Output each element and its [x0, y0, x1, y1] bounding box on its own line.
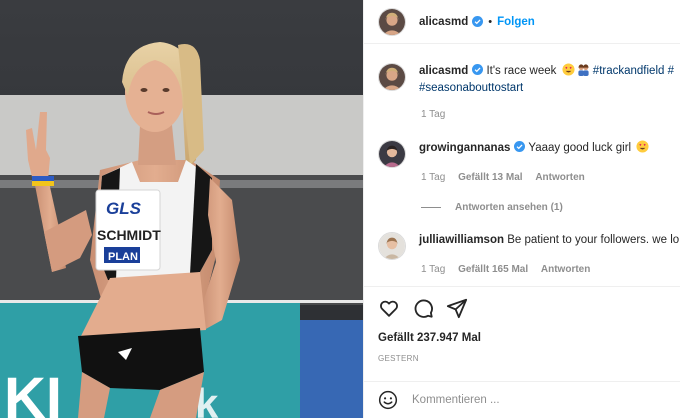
view-replies-button[interactable]: Antworten ansehen (1)	[421, 202, 563, 213]
comment-meta: 1 Tag Gefällt 165 Mal Antworten	[421, 264, 600, 275]
caption-text: alicasmd It's race week #trackandfield #…	[419, 63, 674, 97]
replies-divider	[421, 207, 441, 208]
comment-username[interactable]: julliawilliamson	[419, 234, 504, 246]
hashtag-truncated[interactable]: #	[668, 65, 674, 77]
follow-button[interactable]: Folgen	[497, 16, 535, 28]
comment-text: julliawilliamson Be patient to your foll…	[419, 232, 679, 249]
post-photo[interactable]: KI k GLS SCHMIDT PLAN	[0, 0, 363, 418]
heart-icon[interactable]	[378, 297, 400, 319]
caption-username[interactable]: alicasmd	[419, 65, 468, 77]
banner-lettering: KI	[4, 366, 62, 418]
emoji-icon[interactable]	[378, 390, 398, 410]
post-header: alicasmd • Folgen	[364, 0, 680, 44]
comments-section[interactable]: alicasmd It's race week #trackandfield #…	[364, 44, 680, 286]
comment-body: Be patient to your followers. we lo	[507, 234, 680, 246]
comment-time: 1 Tag	[421, 172, 446, 183]
verified-badge-icon	[472, 64, 484, 75]
comment-input[interactable]	[412, 394, 652, 406]
share-icon[interactable]	[446, 297, 468, 319]
comment-meta: 1 Tag Gefällt 13 Mal Antworten	[421, 172, 595, 183]
comment-row: julliawilliamson Be patient to your foll…	[378, 232, 679, 260]
author-username[interactable]: alicasmd	[419, 16, 468, 28]
comment-likes[interactable]: Gefällt 13 Mal	[458, 172, 522, 183]
comment-body: Yaaay good luck girl	[528, 142, 632, 154]
caption-body: It's race week	[486, 65, 557, 77]
caption-meta: 1 Tag	[421, 109, 455, 120]
author-avatar[interactable]	[378, 7, 406, 36]
reply-button[interactable]: Antworten	[541, 264, 590, 275]
post-actions: Gefällt 237.947 Mal GESTERN	[364, 286, 680, 363]
verified-badge-icon	[514, 141, 526, 152]
comment-icon[interactable]	[412, 297, 434, 319]
caption-row: alicasmd It's race week #trackandfield #…	[378, 63, 674, 97]
caption-avatar[interactable]	[378, 63, 406, 91]
header-separator: •	[488, 15, 493, 28]
athlete-photo-illustration: KI k GLS SCHMIDT PLAN	[0, 0, 363, 418]
bib-name: SCHMIDT	[97, 227, 161, 243]
heart-eyes-emoji-icon	[636, 140, 649, 153]
comment-text: growingannanas Yaaay good luck girl	[419, 140, 649, 157]
heart-eyes-emoji-icon	[562, 63, 575, 76]
instagram-post-view: KI k GLS SCHMIDT PLAN alicasmd • Folgen …	[0, 0, 680, 418]
caption-time: 1 Tag	[421, 109, 446, 120]
add-comment-bar	[364, 381, 680, 418]
reply-button[interactable]: Antworten	[535, 172, 584, 183]
likes-count[interactable]: Gefällt 237.947 Mal	[378, 332, 481, 344]
comment-time: 1 Tag	[421, 264, 446, 275]
post-side-panel: alicasmd • Folgen alicasmd It's race wee…	[363, 0, 680, 418]
couple-emoji-icon	[577, 64, 589, 76]
verified-badge-icon	[472, 16, 484, 27]
comment-avatar[interactable]	[378, 232, 406, 260]
comment-row: growingannanas Yaaay good luck girl	[378, 140, 649, 168]
comment-username[interactable]: growingannanas	[419, 142, 510, 154]
comment-avatar[interactable]	[378, 140, 406, 168]
hashtag-seasonabouttostart[interactable]: #seasonabouttostart	[419, 82, 523, 94]
post-date: GESTERN	[378, 354, 419, 363]
hashtag-trackandfield[interactable]: #trackandfield	[593, 65, 665, 77]
action-icon-bar	[378, 297, 468, 319]
bib-sponsor: GLS	[106, 199, 142, 218]
view-replies-label: Antworten ansehen (1)	[455, 202, 563, 213]
bib-footer: PLAN	[108, 251, 138, 263]
comment-likes[interactable]: Gefällt 165 Mal	[458, 264, 528, 275]
